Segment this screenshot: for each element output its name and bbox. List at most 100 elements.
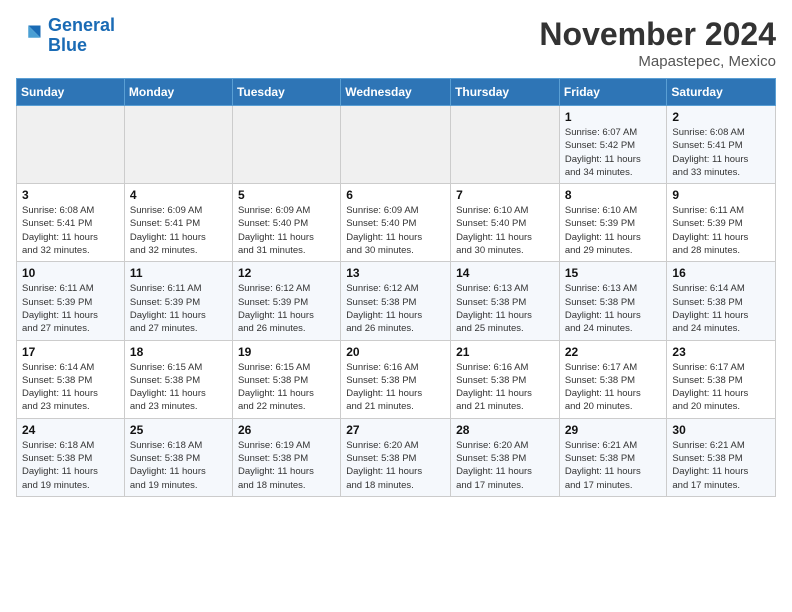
- day-info: Sunrise: 6:12 AM Sunset: 5:39 PM Dayligh…: [238, 282, 335, 335]
- day-number: 1: [565, 110, 662, 124]
- title-block: November 2024 Mapastepec, Mexico: [539, 16, 776, 70]
- calendar-cell: 15 Sunrise: 6:13 AM Sunset: 5:38 PM Dayli…: [559, 262, 667, 340]
- day-info: Sunrise: 6:10 AM Sunset: 5:39 PM Dayligh…: [565, 204, 662, 257]
- day-number: 21: [456, 345, 554, 359]
- calendar-cell: 21 Sunrise: 6:16 AM Sunset: 5:38 PM Dayli…: [451, 340, 560, 418]
- day-number: 4: [130, 188, 227, 202]
- calendar-week-row: 17 Sunrise: 6:14 AM Sunset: 5:38 PM Dayli…: [17, 340, 776, 418]
- day-info: Sunrise: 6:20 AM Sunset: 5:38 PM Dayligh…: [346, 439, 445, 492]
- day-number: 26: [238, 423, 335, 437]
- calendar-cell: [124, 106, 232, 184]
- calendar-cell: 16 Sunrise: 6:14 AM Sunset: 5:38 PM Dayli…: [667, 262, 776, 340]
- day-number: 28: [456, 423, 554, 437]
- day-header: Sunday: [17, 79, 125, 106]
- day-info: Sunrise: 6:10 AM Sunset: 5:40 PM Dayligh…: [456, 204, 554, 257]
- location: Mapastepec, Mexico: [539, 53, 776, 70]
- day-info: Sunrise: 6:19 AM Sunset: 5:38 PM Dayligh…: [238, 439, 335, 492]
- calendar-cell: 28 Sunrise: 6:20 AM Sunset: 5:38 PM Dayli…: [451, 418, 560, 496]
- day-number: 3: [22, 188, 119, 202]
- calendar-cell: 30 Sunrise: 6:21 AM Sunset: 5:38 PM Dayli…: [667, 418, 776, 496]
- day-number: 5: [238, 188, 335, 202]
- day-info: Sunrise: 6:20 AM Sunset: 5:38 PM Dayligh…: [456, 439, 554, 492]
- day-number: 27: [346, 423, 445, 437]
- day-info: Sunrise: 6:18 AM Sunset: 5:38 PM Dayligh…: [22, 439, 119, 492]
- day-info: Sunrise: 6:21 AM Sunset: 5:38 PM Dayligh…: [672, 439, 770, 492]
- day-header: Tuesday: [232, 79, 340, 106]
- day-number: 14: [456, 266, 554, 280]
- day-info: Sunrise: 6:09 AM Sunset: 5:41 PM Dayligh…: [130, 204, 227, 257]
- calendar-week-row: 24 Sunrise: 6:18 AM Sunset: 5:38 PM Dayli…: [17, 418, 776, 496]
- calendar-week-row: 10 Sunrise: 6:11 AM Sunset: 5:39 PM Dayli…: [17, 262, 776, 340]
- day-info: Sunrise: 6:16 AM Sunset: 5:38 PM Dayligh…: [346, 361, 445, 414]
- day-info: Sunrise: 6:11 AM Sunset: 5:39 PM Dayligh…: [130, 282, 227, 335]
- calendar-cell: 11 Sunrise: 6:11 AM Sunset: 5:39 PM Dayli…: [124, 262, 232, 340]
- day-info: Sunrise: 6:16 AM Sunset: 5:38 PM Dayligh…: [456, 361, 554, 414]
- day-info: Sunrise: 6:17 AM Sunset: 5:38 PM Dayligh…: [672, 361, 770, 414]
- calendar-cell: 24 Sunrise: 6:18 AM Sunset: 5:38 PM Dayli…: [17, 418, 125, 496]
- day-info: Sunrise: 6:11 AM Sunset: 5:39 PM Dayligh…: [22, 282, 119, 335]
- day-info: Sunrise: 6:13 AM Sunset: 5:38 PM Dayligh…: [565, 282, 662, 335]
- day-number: 17: [22, 345, 119, 359]
- calendar-cell: [341, 106, 451, 184]
- day-number: 18: [130, 345, 227, 359]
- day-info: Sunrise: 6:09 AM Sunset: 5:40 PM Dayligh…: [238, 204, 335, 257]
- day-number: 15: [565, 266, 662, 280]
- day-number: 29: [565, 423, 662, 437]
- day-info: Sunrise: 6:15 AM Sunset: 5:38 PM Dayligh…: [238, 361, 335, 414]
- calendar-cell: 8 Sunrise: 6:10 AM Sunset: 5:39 PM Daylig…: [559, 184, 667, 262]
- day-number: 24: [22, 423, 119, 437]
- calendar-cell: 3 Sunrise: 6:08 AM Sunset: 5:41 PM Daylig…: [17, 184, 125, 262]
- day-header: Saturday: [667, 79, 776, 106]
- calendar-cell: 14 Sunrise: 6:13 AM Sunset: 5:38 PM Dayli…: [451, 262, 560, 340]
- day-number: 22: [565, 345, 662, 359]
- day-info: Sunrise: 6:13 AM Sunset: 5:38 PM Dayligh…: [456, 282, 554, 335]
- calendar-cell: 26 Sunrise: 6:19 AM Sunset: 5:38 PM Dayli…: [232, 418, 340, 496]
- calendar-cell: 22 Sunrise: 6:17 AM Sunset: 5:38 PM Dayli…: [559, 340, 667, 418]
- day-number: 16: [672, 266, 770, 280]
- day-info: Sunrise: 6:09 AM Sunset: 5:40 PM Dayligh…: [346, 204, 445, 257]
- day-number: 23: [672, 345, 770, 359]
- calendar-cell: 23 Sunrise: 6:17 AM Sunset: 5:38 PM Dayli…: [667, 340, 776, 418]
- calendar-cell: [17, 106, 125, 184]
- day-number: 20: [346, 345, 445, 359]
- day-number: 2: [672, 110, 770, 124]
- day-info: Sunrise: 6:21 AM Sunset: 5:38 PM Dayligh…: [565, 439, 662, 492]
- calendar-cell: [232, 106, 340, 184]
- day-info: Sunrise: 6:08 AM Sunset: 5:41 PM Dayligh…: [672, 126, 770, 179]
- day-number: 13: [346, 266, 445, 280]
- calendar-cell: 10 Sunrise: 6:11 AM Sunset: 5:39 PM Dayli…: [17, 262, 125, 340]
- day-info: Sunrise: 6:14 AM Sunset: 5:38 PM Dayligh…: [22, 361, 119, 414]
- calendar-body: 1Sunrise: 6:07 AM Sunset: 5:42 PM Daylig…: [17, 106, 776, 497]
- calendar-cell: 13 Sunrise: 6:12 AM Sunset: 5:38 PM Dayli…: [341, 262, 451, 340]
- calendar-cell: 19 Sunrise: 6:15 AM Sunset: 5:38 PM Dayli…: [232, 340, 340, 418]
- calendar-header: SundayMondayTuesdayWednesdayThursdayFrid…: [17, 79, 776, 106]
- day-number: 19: [238, 345, 335, 359]
- day-number: 7: [456, 188, 554, 202]
- calendar-week-row: 1Sunrise: 6:07 AM Sunset: 5:42 PM Daylig…: [17, 106, 776, 184]
- day-number: 10: [22, 266, 119, 280]
- day-info: Sunrise: 6:17 AM Sunset: 5:38 PM Dayligh…: [565, 361, 662, 414]
- logo-icon: [16, 22, 44, 50]
- day-header: Thursday: [451, 79, 560, 106]
- day-info: Sunrise: 6:15 AM Sunset: 5:38 PM Dayligh…: [130, 361, 227, 414]
- day-info: Sunrise: 6:12 AM Sunset: 5:38 PM Dayligh…: [346, 282, 445, 335]
- calendar-cell: 4 Sunrise: 6:09 AM Sunset: 5:41 PM Daylig…: [124, 184, 232, 262]
- calendar-cell: [451, 106, 560, 184]
- calendar-cell: 7 Sunrise: 6:10 AM Sunset: 5:40 PM Daylig…: [451, 184, 560, 262]
- day-info: Sunrise: 6:14 AM Sunset: 5:38 PM Dayligh…: [672, 282, 770, 335]
- calendar-cell: 12 Sunrise: 6:12 AM Sunset: 5:39 PM Dayli…: [232, 262, 340, 340]
- day-number: 8: [565, 188, 662, 202]
- day-number: 30: [672, 423, 770, 437]
- month-title: November 2024: [539, 16, 776, 53]
- day-number: 12: [238, 266, 335, 280]
- day-header: Monday: [124, 79, 232, 106]
- calendar-cell: 18 Sunrise: 6:15 AM Sunset: 5:38 PM Dayli…: [124, 340, 232, 418]
- day-info: Sunrise: 6:08 AM Sunset: 5:41 PM Dayligh…: [22, 204, 119, 257]
- day-number: 11: [130, 266, 227, 280]
- calendar-cell: 17 Sunrise: 6:14 AM Sunset: 5:38 PM Dayli…: [17, 340, 125, 418]
- calendar-cell: 2 Sunrise: 6:08 AM Sunset: 5:41 PM Daylig…: [667, 106, 776, 184]
- logo: General Blue: [16, 16, 115, 56]
- calendar-cell: 5 Sunrise: 6:09 AM Sunset: 5:40 PM Daylig…: [232, 184, 340, 262]
- calendar-cell: 9Sunrise: 6:11 AM Sunset: 5:39 PM Daylig…: [667, 184, 776, 262]
- calendar-cell: 6Sunrise: 6:09 AM Sunset: 5:40 PM Daylig…: [341, 184, 451, 262]
